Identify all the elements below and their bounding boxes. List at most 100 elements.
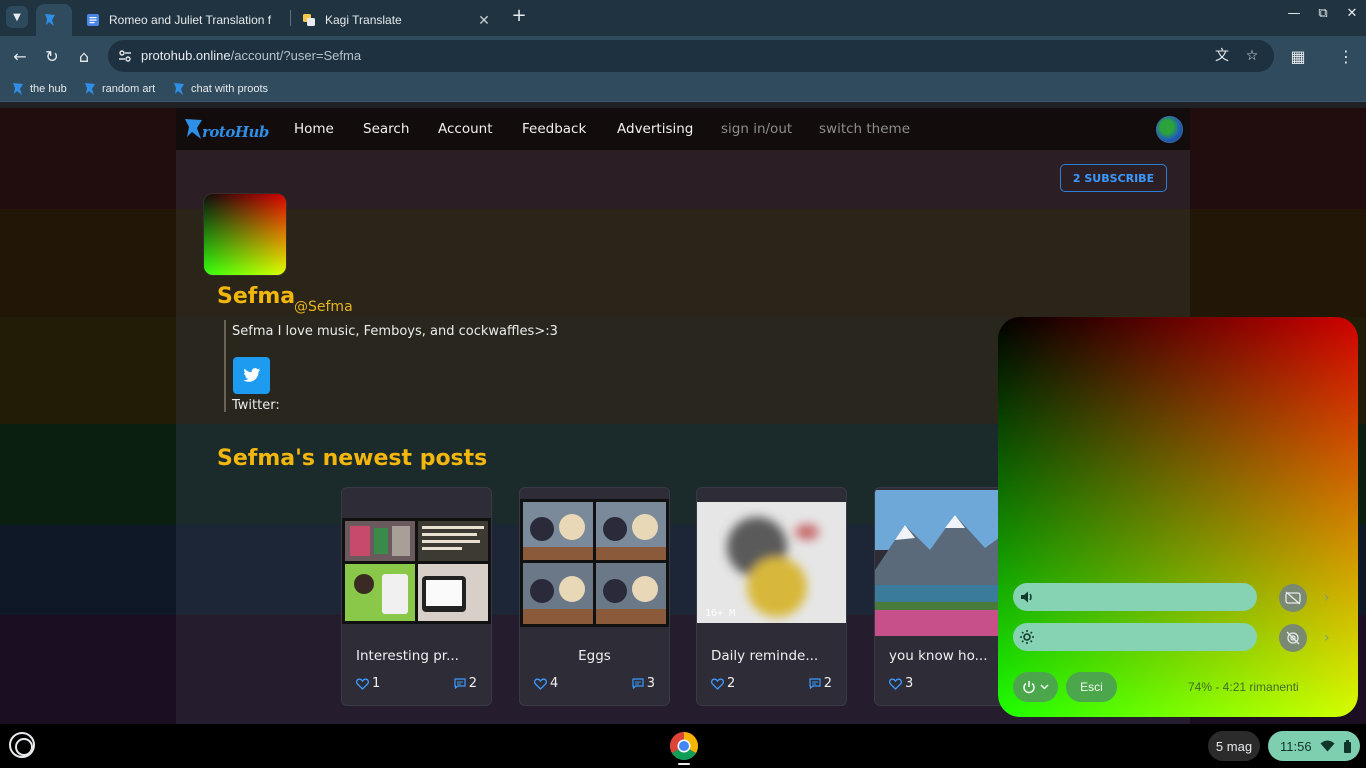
tab-title: Romeo and Juliet Translation f bbox=[109, 13, 272, 27]
nav-switch-theme[interactable]: switch theme bbox=[819, 121, 910, 137]
captions-off-icon bbox=[1285, 591, 1301, 605]
likes-count: 1 bbox=[372, 676, 381, 691]
profile-display-name: Sefma bbox=[217, 284, 296, 309]
extensions-icon[interactable]: ▦ bbox=[1286, 44, 1310, 68]
close-window-icon[interactable]: ✕ bbox=[1340, 6, 1364, 28]
close-tab-icon[interactable]: ✕ bbox=[476, 12, 492, 29]
nav-advertising[interactable]: Advertising bbox=[617, 121, 693, 137]
brightness-icon bbox=[1020, 630, 1034, 644]
nav-sign-in-out[interactable]: sign in/out bbox=[721, 121, 792, 137]
heart-icon bbox=[356, 678, 369, 690]
bookmark-random-art[interactable]: random art bbox=[84, 81, 155, 97]
status-tray[interactable]: 11:56 bbox=[1268, 731, 1360, 761]
power-icon bbox=[1023, 681, 1035, 694]
battery-icon bbox=[1343, 739, 1351, 753]
likes-count: 3 bbox=[905, 676, 914, 691]
protohub-logo[interactable]: rotoHub bbox=[184, 115, 269, 145]
post-title: Daily reminde... bbox=[711, 648, 819, 664]
comment-icon bbox=[454, 678, 466, 689]
post-likes[interactable]: 3 bbox=[889, 676, 913, 691]
content-rating-badge: 16+ M bbox=[705, 608, 736, 619]
protohub-favicon-icon bbox=[13, 83, 23, 95]
heart-icon bbox=[889, 678, 902, 690]
post-comments[interactable]: 2 bbox=[454, 676, 477, 691]
post-card[interactable]: Eggs 4 3 bbox=[519, 487, 670, 706]
menu-kebab-icon[interactable]: ⋮ bbox=[1334, 44, 1358, 68]
post-likes[interactable]: 1 bbox=[356, 676, 380, 691]
post-card[interactable]: Interesting pr... 1 2 bbox=[341, 487, 492, 706]
bookmark-the-hub[interactable]: the hub bbox=[12, 81, 67, 97]
post-title: Eggs bbox=[578, 648, 611, 664]
brightness-settings-chevron-icon[interactable]: › bbox=[1324, 631, 1334, 645]
site-info-icon[interactable] bbox=[117, 48, 133, 64]
minimize-icon[interactable]: — bbox=[1282, 6, 1306, 28]
battery-status[interactable]: 74% - 4:21 rimanenti bbox=[1188, 680, 1299, 694]
url-text: protohub.online/account/?user=Sefma bbox=[141, 48, 361, 63]
bookmark-label: the hub bbox=[30, 83, 67, 95]
post-card[interactable]: 16+ M Daily reminde... 2 2 bbox=[696, 487, 847, 706]
address-bar[interactable]: protohub.online/account/?user=Sefma 文 ☆ bbox=[108, 40, 1274, 72]
volume-slider[interactable] bbox=[1013, 583, 1257, 611]
post-likes[interactable]: 4 bbox=[534, 676, 558, 691]
comment-icon bbox=[632, 678, 644, 689]
restore-icon[interactable]: ⧉ bbox=[1311, 6, 1335, 28]
home-icon[interactable]: ⌂ bbox=[72, 44, 96, 68]
sign-out-button[interactable]: Esci bbox=[1066, 672, 1117, 702]
date-tray[interactable]: 5 mag bbox=[1208, 731, 1260, 761]
kagi-translate-icon bbox=[303, 14, 315, 26]
tab-romeo-juliet[interactable]: Romeo and Juliet Translation f bbox=[76, 4, 290, 36]
bookmark-chat-with-proots[interactable]: chat with proots bbox=[173, 81, 268, 97]
nav-account[interactable]: Account bbox=[438, 121, 493, 137]
chevron-down-icon bbox=[1040, 684, 1049, 690]
url-path: /account/?user=Sefma bbox=[230, 48, 362, 63]
volume-settings-chevron-icon[interactable]: › bbox=[1324, 591, 1334, 605]
captions-toggle[interactable] bbox=[1279, 584, 1307, 612]
protohub-favicon-icon bbox=[174, 83, 184, 95]
nav-home[interactable]: Home bbox=[294, 121, 334, 137]
subscribe-button[interactable]: 2 SUBSCRIBE bbox=[1060, 164, 1167, 192]
tab-separator bbox=[290, 10, 291, 26]
post-title: Interesting pr... bbox=[356, 648, 459, 664]
quick-settings-panel: › › Esci 74% - 4:21 rimanenti bbox=[998, 317, 1358, 717]
post-thumbnail bbox=[342, 518, 491, 624]
wifi-icon bbox=[1320, 740, 1335, 752]
brightness-slider[interactable] bbox=[1013, 623, 1257, 651]
camera-toggle[interactable] bbox=[1279, 624, 1307, 652]
bookmark-star-icon[interactable]: ☆ bbox=[1244, 48, 1260, 64]
heart-icon bbox=[711, 678, 724, 690]
bio-border bbox=[224, 320, 226, 412]
post-likes[interactable]: 2 bbox=[711, 676, 735, 691]
power-menu-button[interactable] bbox=[1013, 672, 1058, 702]
post-thumbnail bbox=[520, 499, 669, 627]
reload-icon[interactable]: ↻ bbox=[40, 44, 64, 68]
tab-search-button[interactable]: ▼ bbox=[6, 6, 28, 28]
chrome-app-icon[interactable] bbox=[669, 731, 699, 761]
new-tab-button[interactable]: + bbox=[508, 6, 530, 28]
post-comments[interactable]: 3 bbox=[632, 676, 655, 691]
profile-picture bbox=[203, 193, 287, 276]
twitter-button[interactable] bbox=[233, 357, 270, 394]
user-avatar[interactable] bbox=[1156, 116, 1183, 143]
tab-pinned-protohub[interactable] bbox=[36, 4, 72, 36]
twitter-label: Twitter: bbox=[232, 398, 280, 413]
post-comments[interactable]: 2 bbox=[809, 676, 832, 691]
comments-count: 2 bbox=[468, 676, 477, 691]
launcher-icon[interactable] bbox=[9, 732, 35, 758]
tab-kagi-translate[interactable]: Kagi Translate ✕ bbox=[292, 4, 502, 36]
camera-off-icon bbox=[1286, 631, 1300, 645]
heart-icon bbox=[534, 678, 547, 690]
tab-title: Kagi Translate bbox=[325, 13, 402, 27]
likes-count: 2 bbox=[727, 676, 736, 691]
nav-feedback[interactable]: Feedback bbox=[522, 121, 586, 137]
system-shelf: 5 mag 11:56 bbox=[0, 724, 1366, 768]
nav-search[interactable]: Search bbox=[363, 121, 409, 137]
url-host: protohub.online bbox=[141, 48, 231, 63]
back-icon[interactable]: ← bbox=[8, 44, 32, 68]
post-thumbnail bbox=[697, 502, 846, 623]
likes-count: 4 bbox=[550, 676, 559, 691]
volume-icon bbox=[1021, 591, 1032, 603]
translate-icon[interactable]: 文 bbox=[1214, 48, 1230, 64]
site-navbar: rotoHub Home Search Account Feedback Adv… bbox=[176, 108, 1190, 151]
comments-count: 3 bbox=[646, 676, 655, 691]
browser-toolbar: ← ↻ ⌂ protohub.online/account/?user=Sefm… bbox=[0, 36, 1366, 76]
